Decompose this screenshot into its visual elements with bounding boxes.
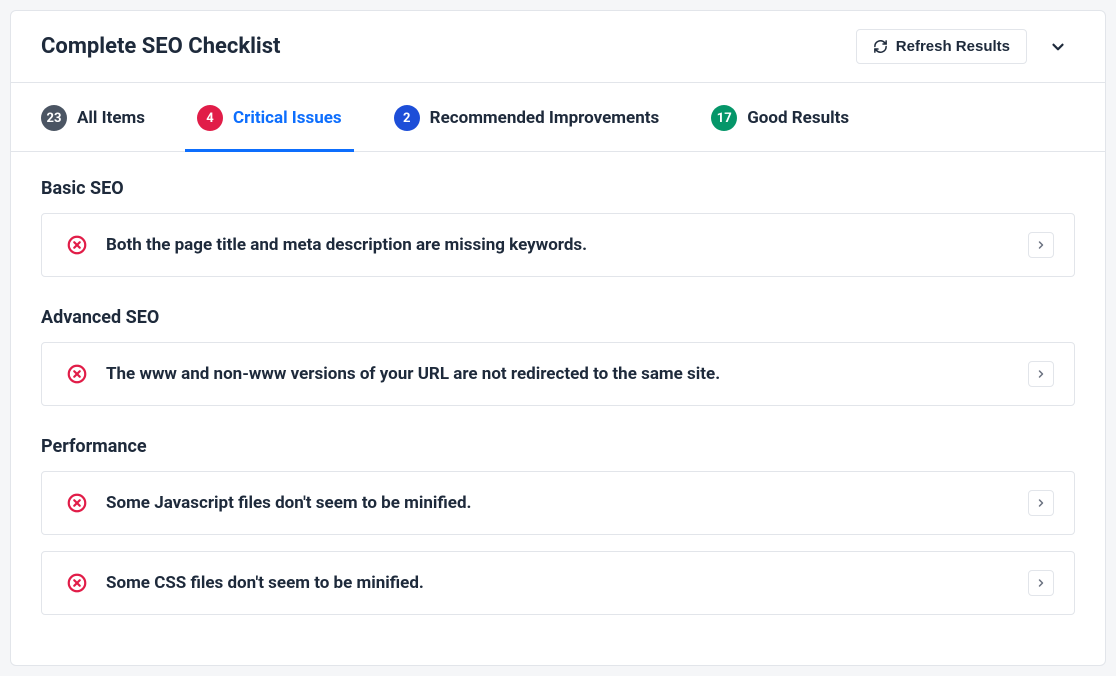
- error-icon: [66, 572, 88, 594]
- issue-text: Both the page title and meta description…: [106, 235, 1010, 255]
- chevron-right-icon: [1035, 368, 1047, 380]
- issue-row[interactable]: Some CSS files don't seem to be minified…: [41, 551, 1075, 615]
- card-header: Complete SEO Checklist Refresh Results: [11, 11, 1105, 82]
- error-icon: [66, 492, 88, 514]
- tab-recommended-improvements[interactable]: 2 Recommended Improvements: [382, 83, 672, 151]
- header-actions: Refresh Results: [856, 29, 1075, 64]
- expand-issue-button[interactable]: [1028, 232, 1054, 258]
- issue-text: The www and non-www versions of your URL…: [106, 364, 1010, 384]
- tab-all-label: All Items: [77, 108, 145, 128]
- collapse-toggle[interactable]: [1041, 30, 1075, 64]
- section-performance: Performance Some Javascript files don't …: [41, 436, 1075, 615]
- section-title-advanced: Advanced SEO: [41, 307, 1075, 328]
- seo-checklist-card: Complete SEO Checklist Refresh Results 2…: [10, 10, 1106, 666]
- error-icon: [66, 234, 88, 256]
- chevron-right-icon: [1035, 239, 1047, 251]
- tab-good-label: Good Results: [747, 108, 849, 128]
- tab-critical-issues[interactable]: 4 Critical Issues: [185, 83, 354, 151]
- refresh-results-button[interactable]: Refresh Results: [856, 29, 1027, 64]
- tab-recommended-count: 2: [394, 105, 420, 131]
- tab-good-results[interactable]: 17 Good Results: [699, 83, 861, 151]
- refresh-button-label: Refresh Results: [896, 38, 1010, 55]
- tab-good-count: 17: [711, 105, 737, 131]
- expand-issue-button[interactable]: [1028, 361, 1054, 387]
- chevron-right-icon: [1035, 497, 1047, 509]
- section-basic-seo: Basic SEO Both the page title and meta d…: [41, 178, 1075, 277]
- chevron-down-icon: [1049, 38, 1067, 56]
- section-title-performance: Performance: [41, 436, 1075, 457]
- expand-issue-button[interactable]: [1028, 490, 1054, 516]
- tab-recommended-label: Recommended Improvements: [430, 108, 660, 128]
- refresh-icon: [873, 39, 888, 54]
- tab-critical-label: Critical Issues: [233, 108, 342, 128]
- issue-row[interactable]: The www and non-www versions of your URL…: [41, 342, 1075, 406]
- chevron-right-icon: [1035, 577, 1047, 589]
- error-icon: [66, 363, 88, 385]
- section-advanced-seo: Advanced SEO The www and non-www version…: [41, 307, 1075, 406]
- tab-all-items[interactable]: 23 All Items: [29, 83, 157, 151]
- expand-issue-button[interactable]: [1028, 570, 1054, 596]
- issue-text: Some Javascript files don't seem to be m…: [106, 493, 1010, 513]
- tab-all-count: 23: [41, 105, 67, 131]
- issue-row[interactable]: Both the page title and meta description…: [41, 213, 1075, 277]
- section-title-basic: Basic SEO: [41, 178, 1075, 199]
- issue-row[interactable]: Some Javascript files don't seem to be m…: [41, 471, 1075, 535]
- tabs: 23 All Items 4 Critical Issues 2 Recomme…: [11, 82, 1105, 152]
- page-title: Complete SEO Checklist: [41, 34, 281, 59]
- issue-text: Some CSS files don't seem to be minified…: [106, 573, 1010, 593]
- content-area: Basic SEO Both the page title and meta d…: [11, 152, 1105, 665]
- tab-critical-count: 4: [197, 105, 223, 131]
